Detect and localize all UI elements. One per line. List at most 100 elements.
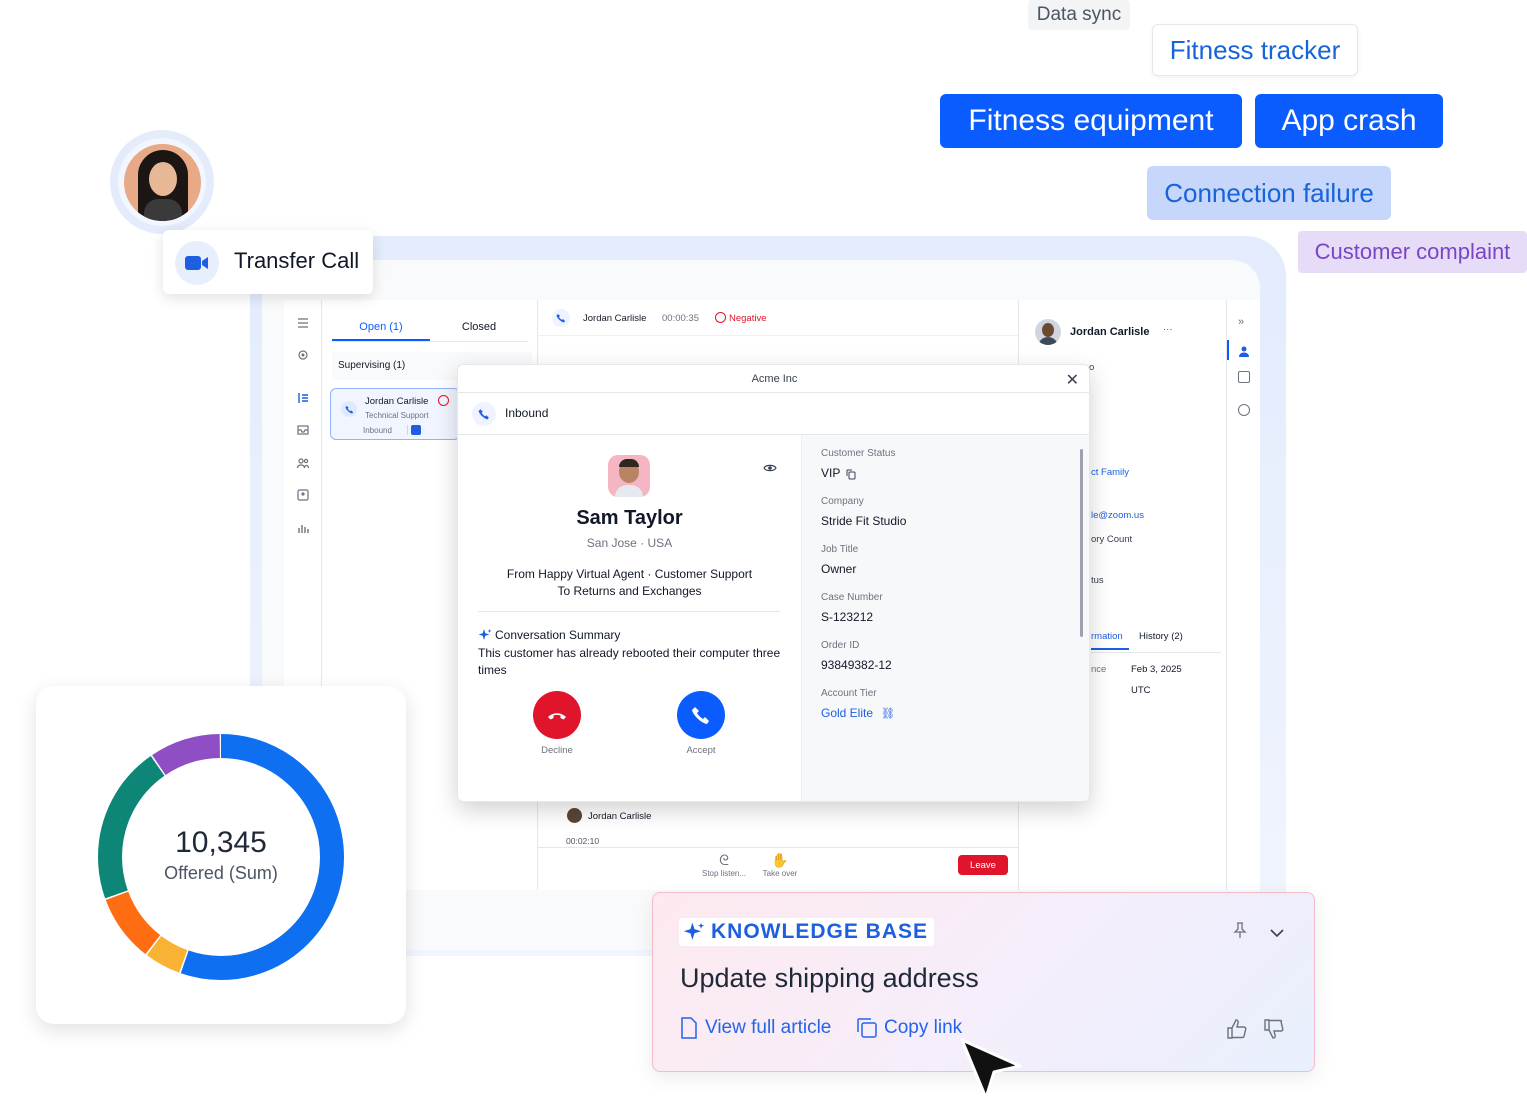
scrollbar[interactable] [1080, 449, 1083, 637]
stop-listen-button[interactable]: ᘓ Stop listen... [696, 852, 752, 878]
caller-info: Sam Taylor San Jose · USA From Happy Vir… [458, 435, 801, 801]
card-direction: Inbound [363, 426, 392, 435]
tag-customer-complaint: Customer complaint [1298, 231, 1527, 273]
account-tier-link[interactable]: Gold Elite [821, 706, 873, 720]
sentiment-label: Negative [729, 313, 767, 324]
summary-title: Conversation Summary [495, 628, 621, 642]
notes-icon[interactable] [1238, 371, 1250, 383]
view-article-link[interactable]: View full article [679, 1017, 831, 1039]
chevron-down-icon[interactable] [1270, 925, 1284, 943]
phone-icon [552, 309, 570, 327]
modal-title: Acme Inc [458, 365, 1089, 393]
accept-button[interactable] [677, 691, 725, 739]
expand-icon[interactable]: » [1238, 316, 1244, 328]
field-label: Company [821, 496, 864, 507]
eye-icon[interactable] [763, 460, 777, 472]
decline-label: Decline [541, 745, 573, 756]
tab-closed[interactable]: Closed [430, 316, 528, 341]
divider [1091, 652, 1221, 653]
route-from: From Happy Virtual Agent · Customer Supp… [506, 567, 753, 581]
tag-data-sync: Data sync [1028, 0, 1130, 30]
field-value: Owner [821, 562, 857, 576]
tab-information[interactable]: rmation [1091, 631, 1129, 650]
tab-history[interactable]: History (2) [1139, 631, 1183, 642]
users-icon[interactable] [294, 454, 312, 472]
customer-fields: Customer Status VIP Company Stride Fit S… [801, 435, 1089, 801]
card-divider [407, 425, 408, 435]
call-bar: Jordan Carlisle 00:00:35 Negative [538, 300, 1018, 336]
menu-icon[interactable] [294, 314, 312, 332]
leave-button[interactable]: Leave [958, 855, 1008, 875]
contacts-icon[interactable] [294, 486, 312, 504]
call-timer: 00:00:35 [662, 313, 699, 324]
queue-tabs: Open (1) Closed [332, 316, 528, 342]
ear-icon: ᘓ [719, 852, 729, 868]
video-camera-icon [175, 241, 219, 285]
tab-open[interactable]: Open (1) [332, 316, 430, 341]
field-value: VIP [821, 466, 841, 480]
date-value: Feb 3, 2025 [1131, 664, 1182, 675]
divider [538, 847, 1018, 848]
more-icon[interactable]: ··· [1163, 324, 1173, 335]
customer-location: San Jose · USA [458, 536, 801, 550]
link-icon: ⛓ [881, 708, 895, 720]
field-label: Case Number [821, 592, 883, 603]
offered-donut-card: 10,345 Offered (Sum) [36, 686, 406, 1024]
sparkle-icon [478, 628, 492, 642]
sparkle-icon [683, 922, 705, 940]
take-over-button[interactable]: ✋ Take over [756, 852, 804, 878]
hand-icon: ✋ [771, 852, 789, 868]
copy-icon[interactable] [846, 467, 856, 480]
tag-app-crash: App crash [1255, 94, 1443, 148]
field-fragment: ory Count [1091, 534, 1133, 545]
copy-icon [857, 1018, 877, 1038]
field-label: Account Tier [821, 688, 877, 699]
field-fragment: tus [1091, 575, 1104, 586]
field-fragment: nce [1091, 664, 1107, 675]
tag-fitness-equipment: Fitness equipment [940, 94, 1242, 148]
pin-icon[interactable] [1233, 921, 1247, 944]
transfer-call-chip[interactable]: Transfer Call [163, 230, 373, 294]
analytics-icon[interactable] [294, 519, 312, 537]
thumbs-up-icon[interactable] [1226, 1018, 1248, 1045]
donut-total: 10,345 [175, 826, 267, 859]
field-label: Order ID [821, 640, 860, 651]
copy-link-label: Copy link [884, 1017, 963, 1038]
phone-icon [341, 401, 357, 417]
view-article-label: View full article [705, 1017, 832, 1038]
copy-link-button[interactable]: Copy link [856, 1017, 962, 1039]
city: San Jose [586, 536, 637, 550]
profile-name: Jordan Carlisle [1070, 326, 1150, 338]
inbox-icon[interactable] [294, 421, 312, 439]
field-value: Stride Fit Studio [821, 514, 907, 528]
listen-icon[interactable] [294, 346, 312, 364]
email-fragment: le@zoom.us [1091, 510, 1144, 521]
monitor-name: Jordan Carlisle [588, 811, 652, 822]
tag-connection-failure: Connection failure [1147, 166, 1391, 220]
route-to: To Returns and Exchanges [557, 584, 702, 598]
profile-icon[interactable] [1238, 344, 1250, 357]
card-name: Jordan Carlisle [365, 396, 429, 407]
mouse-cursor-icon [960, 1038, 1022, 1100]
queue-icon[interactable] [294, 389, 312, 407]
tag-fitness-tracker: Fitness tracker [1152, 24, 1358, 76]
donut-label: Offered (Sum) [164, 863, 278, 883]
stop-listen-label: Stop listen... [701, 869, 747, 878]
phone-icon [472, 402, 496, 426]
customer-name: Sam Taylor [576, 507, 683, 529]
active-indicator [1227, 340, 1229, 360]
decline-button[interactable] [533, 691, 581, 739]
direction-label: Inbound [505, 406, 549, 420]
take-over-label: Take over [762, 869, 798, 878]
history-icon[interactable] [1238, 404, 1250, 416]
direction-row: Inbound [458, 393, 1089, 435]
card-team: Technical Support [365, 411, 429, 420]
close-icon[interactable]: ✕ [1066, 370, 1079, 390]
thumbs-down-icon[interactable] [1263, 1018, 1285, 1045]
avatar [608, 455, 650, 497]
field-value: S-123212 [821, 610, 874, 624]
field-fragment: ct Family [1091, 467, 1129, 478]
engagement-card[interactable]: Jordan Carlisle Technical Support Inboun… [330, 388, 460, 440]
agent-avatar [124, 144, 201, 221]
summary-text: This customer has already rebooted their… [478, 646, 781, 677]
